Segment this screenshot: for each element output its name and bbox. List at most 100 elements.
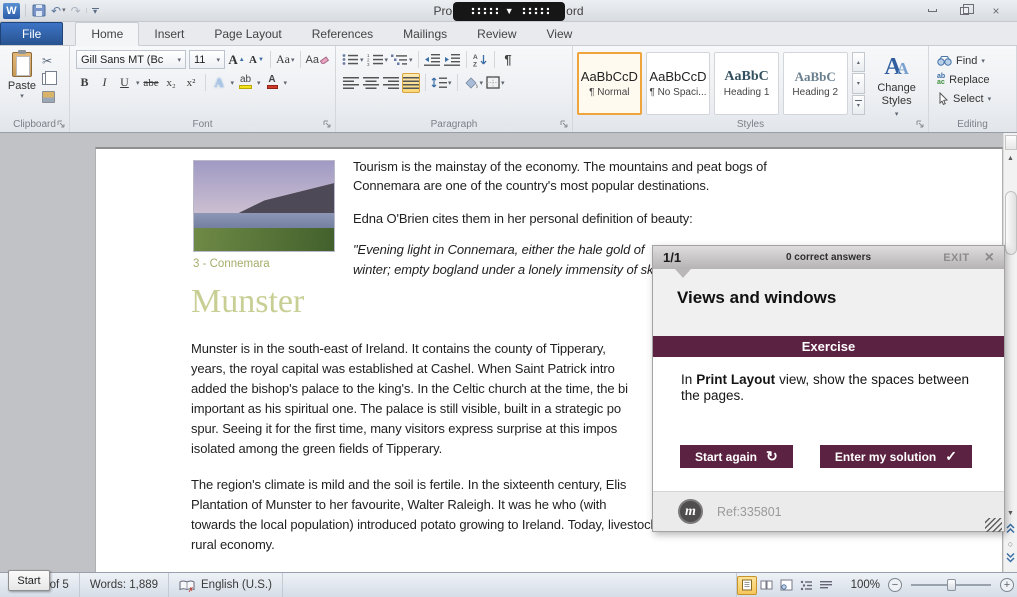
- align-right-button[interactable]: [382, 73, 399, 93]
- outline-view-button[interactable]: [797, 576, 817, 595]
- customize-qat-icon[interactable]: ▾: [86, 8, 99, 13]
- styles-dialog-launcher[interactable]: [916, 120, 925, 129]
- paste-button[interactable]: Paste ▾: [2, 48, 42, 117]
- tab-insert[interactable]: Insert: [139, 23, 199, 45]
- zoom-in-button[interactable]: +: [1000, 578, 1014, 592]
- resize-handle[interactable]: [985, 518, 1002, 532]
- shrink-font-button[interactable]: A▼: [248, 50, 265, 70]
- next-page-button[interactable]: [1005, 552, 1016, 566]
- find-button[interactable]: Find▾: [931, 51, 1014, 70]
- font-name-combo[interactable]: Gill Sans MT (Bc▾: [76, 50, 186, 69]
- borders-button[interactable]: ▾: [486, 73, 505, 93]
- subscript-button[interactable]: x₂: [163, 73, 180, 93]
- view-ruler-button[interactable]: [1005, 135, 1017, 150]
- styles-scroll-down[interactable]: ▾: [852, 73, 866, 93]
- superscript-button[interactable]: x²: [183, 73, 200, 93]
- tab-review[interactable]: Review: [462, 23, 531, 45]
- enter-my-solution-button[interactable]: Enter my solution ✓: [820, 445, 972, 468]
- bold-button[interactable]: B: [76, 73, 93, 93]
- tab-mailings[interactable]: Mailings: [388, 23, 462, 45]
- connemara-photo[interactable]: [193, 160, 335, 252]
- style-normal[interactable]: AaBbCcD ¶ Normal: [577, 52, 642, 115]
- print-layout-view-button[interactable]: [737, 576, 757, 595]
- close-button[interactable]: ×: [983, 3, 1009, 19]
- restore-button[interactable]: [951, 3, 977, 19]
- tab-file[interactable]: File: [0, 22, 63, 45]
- paragraph-dialog-launcher[interactable]: [560, 120, 569, 129]
- show-hide-pilcrow-button[interactable]: ¶: [500, 50, 517, 70]
- copy-icon[interactable]: [42, 71, 55, 87]
- tab-home[interactable]: Home: [75, 22, 139, 46]
- clipboard-dialog-launcher[interactable]: [57, 120, 66, 129]
- increase-indent-button[interactable]: [444, 50, 461, 70]
- vertical-scrollbar[interactable]: ▲ ▼ ○: [1003, 133, 1017, 572]
- close-icon[interactable]: ×: [985, 251, 994, 265]
- save-icon[interactable]: [32, 4, 46, 17]
- tab-page-layout[interactable]: Page Layout: [199, 23, 296, 45]
- line-spacing-button[interactable]: ▾: [431, 73, 452, 93]
- change-styles-button[interactable]: AA Change Styles ▾: [869, 52, 924, 115]
- decrease-indent-button[interactable]: [424, 50, 441, 70]
- full-screen-reading-view-button[interactable]: [757, 576, 777, 595]
- shading-button[interactable]: ▾: [463, 73, 484, 93]
- justify-button[interactable]: [402, 73, 420, 93]
- strikethrough-button[interactable]: abe: [143, 73, 160, 93]
- zoom-slider[interactable]: [911, 584, 991, 586]
- format-painter-icon[interactable]: [42, 89, 55, 105]
- previous-page-button[interactable]: [1005, 523, 1016, 537]
- arrow-down-icon: ▼: [505, 7, 514, 16]
- underline-dropdown[interactable]: ▾: [136, 79, 140, 87]
- change-case-button[interactable]: Aa▾: [276, 50, 295, 70]
- font-size-combo[interactable]: 11▾: [189, 50, 225, 69]
- grow-font-button[interactable]: A▲: [228, 50, 245, 70]
- underline-button[interactable]: U: [116, 73, 133, 93]
- exit-button[interactable]: EXIT: [943, 252, 969, 264]
- replace-button[interactable]: abac Replace: [931, 70, 1014, 89]
- numbering-button[interactable]: 123 ▾: [367, 50, 389, 70]
- redo-icon[interactable]: ↷: [71, 5, 81, 17]
- tab-references[interactable]: References: [297, 23, 388, 45]
- zoom-level[interactable]: 100%: [851, 579, 880, 591]
- align-center-button[interactable]: [362, 73, 379, 93]
- exercise-panel-header[interactable]: 1/1 0 correct answers EXIT ×: [653, 246, 1004, 269]
- language-status[interactable]: ✗ English (U.S.): [169, 573, 283, 597]
- zoom-slider-thumb[interactable]: [947, 579, 956, 591]
- start-again-button[interactable]: Start again ↻: [680, 445, 793, 468]
- mediaplus-logo: m: [678, 499, 703, 524]
- undo-icon[interactable]: ↶▾: [51, 5, 66, 17]
- font-color-dropdown[interactable]: ▾: [284, 79, 288, 87]
- multilevel-list-button[interactable]: ▾: [391, 50, 413, 70]
- align-left-button[interactable]: [342, 73, 359, 93]
- bullets-button[interactable]: ▾: [342, 50, 364, 70]
- select-button[interactable]: Select▾: [931, 89, 1014, 108]
- style-heading-2[interactable]: AaBbC Heading 2: [783, 52, 848, 115]
- tab-view[interactable]: View: [532, 23, 588, 45]
- web-layout-view-button[interactable]: [777, 576, 797, 595]
- styles-gallery-more[interactable]: ▾: [852, 95, 866, 115]
- word-app-icon[interactable]: W: [3, 3, 20, 19]
- word-count-status[interactable]: Words: 1,889: [80, 573, 169, 597]
- font-color-button[interactable]: A: [264, 73, 281, 93]
- clear-formatting-button[interactable]: Aa: [306, 50, 329, 70]
- drag-handle[interactable]: ▼: [453, 2, 565, 21]
- cut-icon[interactable]: ✂: [42, 53, 55, 69]
- text-effects-dropdown[interactable]: ▾: [231, 79, 235, 87]
- text-effects-button[interactable]: A: [211, 73, 228, 93]
- scrollbar-thumb[interactable]: [1005, 191, 1017, 255]
- scroll-down-icon[interactable]: ▼: [1004, 506, 1017, 520]
- styles-scroll-up[interactable]: ▴: [852, 52, 866, 72]
- font-dialog-launcher[interactable]: [323, 120, 332, 129]
- scroll-up-icon[interactable]: ▲: [1004, 151, 1017, 165]
- sort-button[interactable]: AZ: [472, 50, 489, 70]
- highlight-dropdown[interactable]: ▾: [257, 79, 261, 87]
- start-button[interactable]: Start: [8, 570, 50, 591]
- highlight-button[interactable]: ab: [237, 73, 254, 93]
- style-heading-1[interactable]: AaBbC Heading 1: [714, 52, 779, 115]
- zoom-out-button[interactable]: −: [888, 578, 902, 592]
- style-no-spacing[interactable]: AaBbCcD ¶ No Spaci...: [646, 52, 711, 115]
- italic-button[interactable]: I: [96, 73, 113, 93]
- minimize-button[interactable]: [919, 3, 945, 19]
- svg-text:A: A: [473, 54, 478, 61]
- draft-view-button[interactable]: [817, 576, 837, 595]
- select-browse-object-button[interactable]: ○: [1008, 540, 1013, 549]
